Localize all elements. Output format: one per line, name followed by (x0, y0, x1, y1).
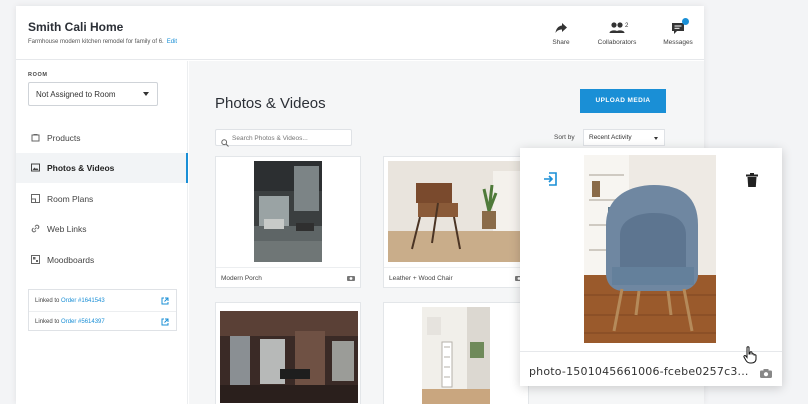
sidebar-item-room-plans[interactable]: Room Plans (16, 184, 188, 214)
messages-icon (654, 18, 702, 35)
collaborators-count: 2 (625, 23, 629, 29)
sidebar-item-label: Products (47, 133, 81, 143)
camera-icon (347, 275, 355, 281)
external-link-icon[interactable] (161, 297, 169, 305)
leather-wood-chair-photo (388, 161, 526, 262)
sidebar-item-label: Web Links (47, 224, 87, 234)
room-dropdown[interactable]: Not Assigned to Room (28, 82, 158, 106)
search-input[interactable] (232, 132, 350, 144)
photo-icon (31, 163, 40, 172)
share-label: Share (552, 39, 570, 46)
media-title: Modern Porch (221, 275, 262, 282)
products-icon (31, 133, 40, 142)
sort-dropdown[interactable]: Recent Activity (583, 129, 665, 146)
linked-orders: Linked to Order #1641543 Linked to Order… (28, 289, 177, 331)
linked-to-label: Linked to (35, 298, 60, 304)
search-icon (221, 134, 229, 147)
linked-order-row: Linked to Order #5614397 (29, 311, 176, 331)
messages-notification-dot (682, 18, 689, 25)
bright-interior-photo (422, 307, 490, 404)
collaborators-icon: 2 (589, 21, 645, 35)
edit-link[interactable]: Edit (167, 39, 177, 45)
sidebar-item-moodboards[interactable]: Moodboards (16, 245, 188, 275)
sort-dropdown-value: Recent Activity (589, 134, 632, 141)
blue-chair-photo (584, 155, 716, 343)
media-card[interactable]: Modern Porch (215, 156, 361, 288)
media-caption: Modern Porch (216, 267, 360, 287)
sort-by-label: Sort by (554, 134, 575, 141)
media-caption: Leather + Wood Chair (384, 267, 528, 287)
sidebar: ROOM Not Assigned to Room Products Photo… (16, 61, 188, 404)
chevron-down-icon (654, 137, 658, 140)
media-card[interactable]: Leather + Wood Chair (383, 156, 529, 288)
project-title: Smith Cali Home (28, 20, 124, 34)
linked-to-label: Linked to (35, 319, 60, 325)
media-card[interactable] (383, 302, 529, 404)
sidebar-item-photos-videos[interactable]: Photos & Videos (16, 153, 188, 183)
project-header: Smith Cali Home Farmhouse modern kitchen… (16, 6, 704, 60)
link-icon (31, 224, 40, 233)
external-link-icon[interactable] (161, 318, 169, 326)
sidebar-item-web-links[interactable]: Web Links (16, 214, 188, 244)
sidebar-item-label: Room Plans (47, 194, 94, 204)
share-button[interactable]: Share (544, 21, 578, 46)
search-box[interactable] (215, 129, 352, 147)
camera-icon (760, 365, 772, 378)
loft-interior-photo (220, 311, 358, 403)
collaborators-button[interactable]: 2 Collaborators (589, 21, 645, 46)
messages-button[interactable]: Messages (654, 18, 702, 46)
order-link[interactable]: Order #1641543 (61, 298, 105, 304)
moodboard-icon (31, 255, 40, 264)
plan-icon (31, 194, 40, 203)
hand-cursor-icon (743, 346, 757, 364)
order-link[interactable]: Order #5614397 (61, 319, 105, 325)
linked-order-row: Linked to Order #1641543 (29, 291, 176, 311)
sidebar-item-label: Photos & Videos (47, 163, 115, 173)
collaborators-label: Collaborators (597, 39, 637, 46)
media-title: Leather + Wood Chair (389, 275, 453, 282)
project-description: Farmhouse modern kitchen remodel for fam… (28, 39, 164, 45)
sidebar-item-products[interactable]: Products (16, 123, 188, 153)
room-label: ROOM (28, 72, 48, 78)
project-subtitle: Farmhouse modern kitchen remodel for fam… (28, 39, 177, 45)
room-dropdown-value: Not Assigned to Room (36, 90, 116, 99)
sidebar-item-label: Moodboards (47, 255, 95, 265)
share-icon (544, 21, 578, 35)
messages-label: Messages (663, 39, 693, 46)
upload-media-button[interactable]: UPLOAD MEDIA (580, 89, 666, 113)
move-to-room-icon[interactable] (543, 172, 557, 186)
page-title: Photos & Videos (215, 95, 326, 112)
modern-porch-photo (254, 161, 322, 262)
trash-icon[interactable] (746, 173, 758, 187)
chevron-down-icon (143, 92, 149, 96)
media-card[interactable] (215, 302, 361, 404)
